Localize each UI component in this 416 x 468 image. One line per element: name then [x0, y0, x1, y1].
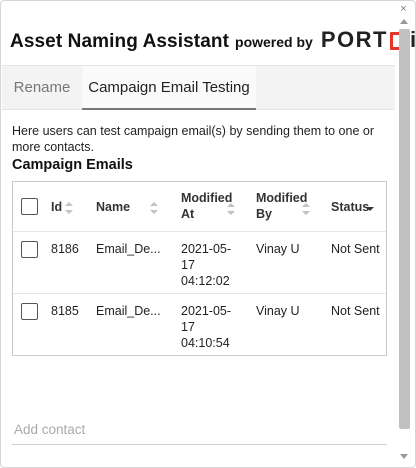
- tab-rename[interactable]: Rename: [2, 66, 82, 110]
- select-all-checkbox[interactable]: [21, 198, 38, 215]
- app-title: Asset Naming Assistant: [10, 31, 230, 52]
- vertical-scrollbar[interactable]: [398, 19, 411, 459]
- tab-bar: Rename Campaign Email Testing: [2, 65, 395, 110]
- close-icon[interactable]: ×: [398, 4, 409, 15]
- campaign-emails-table: Id Name Modified At Modified By Status 8…: [12, 181, 387, 356]
- sort-icon[interactable]: [227, 203, 235, 215]
- column-label: Id: [51, 200, 63, 214]
- column-header-name[interactable]: Name: [96, 199, 176, 215]
- cell-id: 8186: [51, 242, 79, 256]
- column-label: Modified By: [256, 191, 308, 221]
- scroll-track[interactable]: [398, 29, 411, 449]
- cell-status: Not Sent: [331, 242, 380, 256]
- table-header-row: Id Name Modified At Modified By Status: [13, 182, 386, 232]
- column-header-status[interactable]: Status: [331, 199, 387, 215]
- scroll-down-icon[interactable]: [400, 454, 408, 459]
- row-checkbox[interactable]: [21, 241, 38, 258]
- sort-icon[interactable]: [65, 201, 74, 214]
- scroll-up-icon[interactable]: [400, 19, 408, 24]
- sort-desc-icon[interactable]: [366, 202, 375, 214]
- asset-naming-panel: × Asset Naming Assistant powered by PORT…: [0, 0, 416, 468]
- cell-modified-at: 2021-05-17 04:10:54: [181, 304, 232, 350]
- cell-modified-by: Vinay U: [256, 304, 300, 318]
- column-label: Status: [331, 200, 370, 214]
- sort-icon[interactable]: [302, 203, 310, 215]
- cell-modified-by: Vinay U: [256, 242, 300, 256]
- cell-name: Email_De...: [96, 304, 161, 318]
- column-header-id[interactable]: Id: [51, 199, 91, 215]
- sort-icon[interactable]: [150, 201, 159, 214]
- cell-name: Email_De...: [96, 242, 161, 256]
- brand-text: PORT: [320, 27, 388, 52]
- add-contact-input[interactable]: [12, 415, 387, 445]
- cell-id: 8185: [51, 304, 79, 318]
- section-title: Campaign Emails: [12, 157, 133, 173]
- column-label: Name: [96, 200, 131, 214]
- tab-campaign-email-testing[interactable]: Campaign Email Testing: [82, 66, 256, 110]
- scroll-thumb[interactable]: [399, 29, 410, 429]
- column-header-modified-at[interactable]: Modified At: [181, 190, 251, 222]
- table-row[interactable]: 8185 Email_De... 2021-05-17 04:10:54 Vin…: [13, 294, 386, 356]
- cell-status: Not Sent: [331, 304, 380, 318]
- row-checkbox[interactable]: [21, 303, 38, 320]
- powered-by-label: powered by: [235, 34, 313, 50]
- row-checkbox-cell: [21, 241, 38, 258]
- cell-modified-at: 2021-05-17 04:12:02: [181, 242, 232, 288]
- header: Asset Naming Assistant powered by PORT i…: [10, 27, 415, 53]
- row-checkbox-cell: [21, 303, 38, 320]
- select-all-checkbox-cell: [21, 198, 38, 215]
- column-header-modified-by[interactable]: Modified By: [256, 190, 326, 222]
- table-row[interactable]: 8186 Email_De... 2021-05-17 04:12:02 Vin…: [13, 232, 386, 294]
- tab-description: Here users can test campaign email(s) by…: [12, 124, 374, 154]
- column-label: Modified At: [181, 191, 233, 221]
